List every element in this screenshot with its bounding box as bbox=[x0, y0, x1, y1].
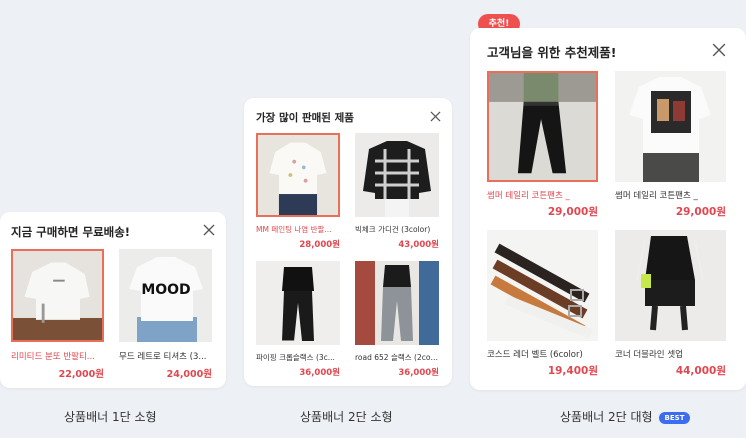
product-name[interactable]: 파이핑 크롭슬랙스 (3c... bbox=[256, 352, 340, 363]
card-title: 가장 많이 판매된 제품 bbox=[256, 112, 354, 124]
product-name[interactable]: MM 페인팅 나염 반팔... bbox=[256, 224, 340, 235]
product-price: 22,000원 bbox=[58, 369, 104, 380]
card-title: 고객님을 위한 추천제품! bbox=[487, 45, 617, 60]
best-badge: BEST bbox=[658, 411, 691, 424]
product-thumbnail[interactable] bbox=[615, 71, 726, 182]
product-thumbnail[interactable] bbox=[487, 71, 598, 182]
product-item[interactable]: MM 페인팅 나염 반팔... 28,000원 bbox=[256, 133, 340, 252]
product-thumbnail[interactable] bbox=[256, 261, 340, 345]
product-item[interactable]: 썸머 데일리 코튼팬츠 _ 29,000원 bbox=[615, 71, 726, 218]
banner-card-large-2col: 고객님을 위한 추천제품! 썸머 데일리 코튼팬츠 _ 29,000원 썸머 데… bbox=[470, 28, 746, 390]
product-name[interactable]: 무드 레트로 티셔츠 (3... bbox=[119, 350, 212, 362]
product-item[interactable]: 파이핑 크롭슬랙스 (3c... 36,000원 bbox=[256, 261, 340, 380]
product-name[interactable]: 썸머 데일리 코튼팬츠 _ bbox=[487, 189, 598, 201]
product-thumbnail[interactable]: MOOD bbox=[119, 249, 212, 342]
product-price: 28,000원 bbox=[299, 240, 340, 250]
product-price: 29,000원 bbox=[675, 206, 726, 218]
product-price: 29,000원 bbox=[547, 206, 598, 218]
product-name[interactable]: 리미티드 분또 반팔티... bbox=[11, 350, 104, 362]
product-thumbnail[interactable] bbox=[11, 249, 104, 342]
banner-card-small-2col: 가장 많이 판매된 제품 MM 페인팅 나염 반팔... 28,000원 빅체크… bbox=[244, 98, 452, 386]
product-thumbnail[interactable] bbox=[355, 133, 439, 217]
product-name[interactable]: 코스드 레더 벨트 (6color) bbox=[487, 348, 598, 360]
product-price: 36,000원 bbox=[398, 368, 439, 378]
product-thumbnail[interactable] bbox=[355, 261, 439, 345]
product-name[interactable]: 썸머 데일리 코튼팬츠 _ bbox=[615, 189, 726, 201]
product-item[interactable]: 코스드 레더 벨트 (6color) 19,400원 bbox=[487, 230, 598, 377]
close-icon[interactable] bbox=[430, 111, 441, 122]
product-item[interactable]: 코너 더블라인 셋업 44,000원 bbox=[615, 230, 726, 377]
banner-card-small-1col: 지금 구매하면 무료배송! 리미티드 분또 반팔티... 22,000원 MOO… bbox=[0, 212, 226, 388]
svg-text:MOOD: MOOD bbox=[141, 282, 190, 298]
card-title: 지금 구매하면 무료배송! bbox=[11, 225, 131, 239]
product-name[interactable]: 빅체크 가디건 (3color) bbox=[355, 224, 439, 235]
product-price: 36,000원 bbox=[299, 368, 340, 378]
product-name[interactable]: 코너 더블라인 셋업 bbox=[615, 348, 726, 360]
product-thumbnail[interactable] bbox=[487, 230, 598, 341]
product-thumbnail[interactable] bbox=[615, 230, 726, 341]
caption-large-2col: 상품배너 2단 대형 BEST bbox=[560, 408, 691, 425]
product-item[interactable]: 리미티드 분또 반팔티... 22,000원 bbox=[11, 249, 104, 381]
product-name[interactable]: road 652 슬랙스 (2col... bbox=[355, 352, 439, 363]
product-price: 43,000원 bbox=[398, 240, 439, 250]
close-icon[interactable] bbox=[203, 224, 215, 236]
caption-large-2col-label: 상품배너 2단 대형 bbox=[560, 410, 653, 424]
product-thumbnail[interactable] bbox=[256, 133, 340, 217]
product-item[interactable]: road 652 슬랙스 (2col... 36,000원 bbox=[355, 261, 439, 380]
caption-small-1col: 상품배너 1단 소형 bbox=[64, 410, 157, 424]
caption-small-2col: 상품배너 2단 소형 bbox=[300, 410, 393, 424]
product-item[interactable]: 썸머 데일리 코튼팬츠 _ 29,000원 bbox=[487, 71, 598, 218]
product-price: 24,000원 bbox=[166, 369, 212, 380]
product-item[interactable]: MOOD 무드 레트로 티셔츠 (3... 24,000원 bbox=[119, 249, 212, 381]
product-item[interactable]: 빅체크 가디건 (3color) 43,000원 bbox=[355, 133, 439, 252]
product-price: 44,000원 bbox=[675, 365, 726, 377]
close-icon[interactable] bbox=[712, 43, 726, 57]
product-price: 19,400원 bbox=[547, 365, 598, 377]
